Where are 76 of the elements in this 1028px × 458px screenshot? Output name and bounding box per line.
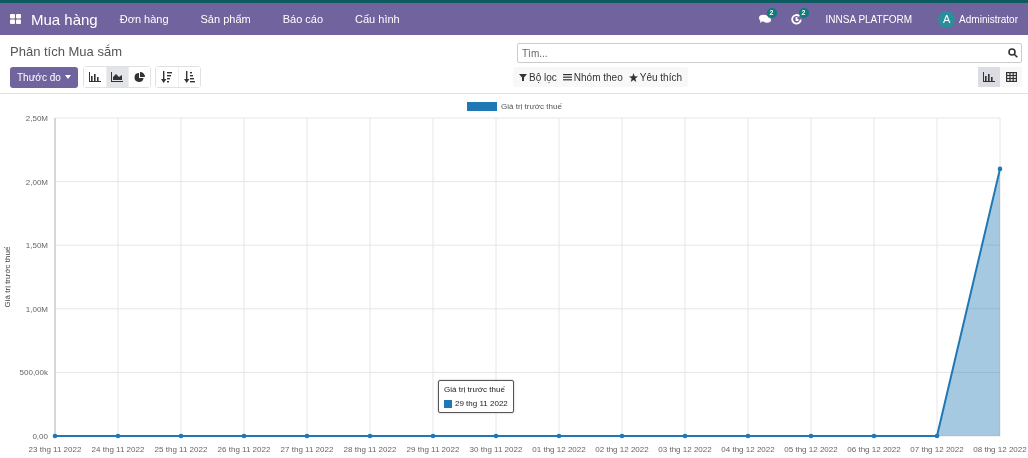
x-axis-label: 27 thg 11 2022 <box>280 445 334 454</box>
caret-down-icon <box>64 75 71 79</box>
x-axis-label: 04 thg 12 2022 <box>721 445 775 454</box>
menu-item[interactable]: Cấu hình <box>355 13 400 25</box>
search-field[interactable]: Tìm... <box>517 43 1022 63</box>
user-avatar[interactable]: A <box>938 10 956 28</box>
data-point <box>241 433 247 439</box>
page-title: Phân tích Mua sắm <box>10 43 123 59</box>
x-axis-label: 06 thg 12 2022 <box>847 445 901 454</box>
star-icon <box>628 72 638 82</box>
data-point <box>430 433 436 439</box>
user-name[interactable]: Administrator <box>959 13 1018 25</box>
clock-icon <box>790 13 802 25</box>
tooltip-label: 29 thg 11 2022 <box>455 399 508 408</box>
filter-menu-button[interactable]: Bộ lọc <box>516 71 560 83</box>
data-point <box>619 433 625 439</box>
data-point <box>745 433 751 439</box>
view-switch-button[interactable] <box>1000 67 1022 87</box>
data-point <box>808 433 814 439</box>
menu-item[interactable]: Đơn hàng <box>119 13 169 25</box>
data-point <box>934 433 940 439</box>
y-axis-label: 500,00k <box>19 368 48 378</box>
data-point <box>871 433 877 439</box>
list-icon <box>562 73 572 81</box>
sort-button[interactable] <box>177 67 200 87</box>
app-name[interactable]: Mua hàng <box>31 10 98 28</box>
table-icon <box>1005 72 1017 82</box>
y-axis-title: Giá trị trước thuế <box>3 246 12 308</box>
apps-grid-icon <box>10 14 21 24</box>
x-axis-label: 05 thg 12 2022 <box>784 445 838 454</box>
chart-type-button[interactable] <box>105 67 128 87</box>
data-point <box>367 433 373 439</box>
bar-chart-icon <box>88 72 101 82</box>
x-axis-label: 24 thg 11 2022 <box>91 445 145 454</box>
menu-item[interactable]: Báo cáo <box>282 13 324 25</box>
x-axis-label: 07 thg 12 2022 <box>910 445 964 454</box>
data-point <box>556 433 562 439</box>
filter-menu-button[interactable]: Nhóm theo <box>559 71 626 83</box>
y-axis-label: 1,00M <box>25 304 48 314</box>
y-axis-label: 2,00M <box>25 177 48 187</box>
sort-descending-icon <box>161 71 173 83</box>
x-axis-label: 25 thg 11 2022 <box>154 445 208 454</box>
tooltip-title: Giá trị trước thuế <box>444 385 506 394</box>
chat-bubbles-icon <box>758 14 771 24</box>
x-axis-label: 03 thg 12 2022 <box>658 445 712 454</box>
x-axis-label: 08 thg 12 2022 <box>973 445 1027 454</box>
x-axis-label: 01 thg 12 2022 <box>532 445 586 454</box>
x-axis-label: 30 thg 11 2022 <box>469 445 523 454</box>
data-point <box>997 166 1003 172</box>
x-axis-label: 28 thg 11 2022 <box>343 445 397 454</box>
x-axis-label: 29 thg 11 2022 <box>406 445 460 454</box>
x-axis-label: 26 thg 11 2022 <box>217 445 271 454</box>
data-point <box>115 433 121 439</box>
pie-chart-icon <box>133 71 145 83</box>
x-axis-label: 02 thg 12 2022 <box>595 445 649 454</box>
y-axis-label: 0,00 <box>32 432 48 441</box>
view-switch-button[interactable] <box>978 67 1000 87</box>
measures-button[interactable]: Thước đo <box>10 66 78 88</box>
data-point <box>682 433 688 439</box>
funnel-icon <box>519 73 527 81</box>
sort-ascending-icon <box>183 71 195 83</box>
data-point <box>178 433 184 439</box>
legend-swatch[interactable] <box>467 102 497 111</box>
data-point <box>493 433 499 439</box>
y-axis-label: 2,50M <box>25 114 48 123</box>
filter-menu-button[interactable]: Yêu thích <box>625 71 685 83</box>
company-name[interactable]: INNSA PLATFORM <box>825 13 913 25</box>
legend-label[interactable]: Giá trị trước thuế <box>501 102 562 111</box>
x-axis-label: 23 thg 11 2022 <box>28 445 82 454</box>
tooltip-swatch <box>444 399 452 408</box>
data-point <box>52 433 58 439</box>
data-point <box>304 433 310 439</box>
chart-type-button[interactable] <box>127 67 150 87</box>
y-axis-label: 1,50M <box>25 241 48 251</box>
menu-item[interactable]: Sản phẩm <box>200 13 251 25</box>
search-icon <box>1008 47 1018 58</box>
